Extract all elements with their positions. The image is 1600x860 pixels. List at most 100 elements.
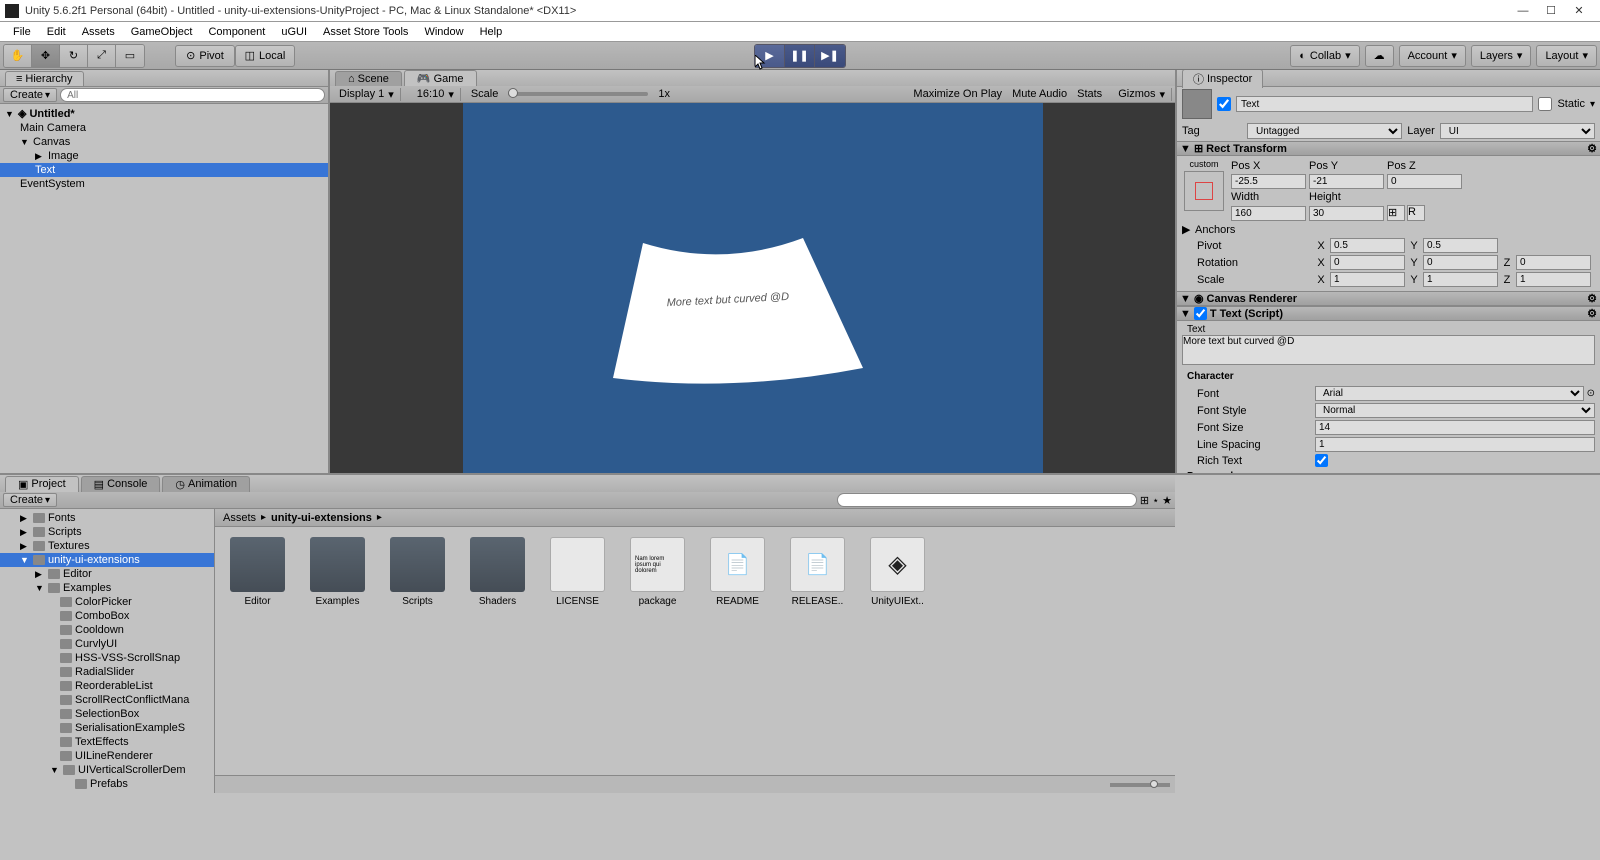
menu-ugui[interactable]: uGUI (273, 24, 315, 40)
hand-tool[interactable]: ✋ (4, 45, 32, 67)
rot-z[interactable] (1516, 255, 1591, 270)
search-filter-icons[interactable]: ⊞ ⋆ ★ (1140, 494, 1172, 507)
folder-item[interactable]: ColorPicker (0, 595, 214, 609)
menu-edit[interactable]: Edit (39, 24, 74, 40)
scene-tab[interactable]: ⌂ Scene (335, 71, 402, 86)
active-checkbox[interactable] (1217, 97, 1231, 111)
scale-slider[interactable] (508, 92, 648, 96)
blueprint-btn[interactable]: ⊞ (1387, 205, 1405, 221)
layers-dropdown[interactable]: Layers ▾ (1471, 45, 1532, 67)
close-button[interactable]: ✕ (1571, 3, 1587, 19)
menu-file[interactable]: File (5, 24, 39, 40)
zoom-slider[interactable] (1110, 783, 1170, 787)
richtext-check[interactable] (1315, 454, 1328, 467)
inspector-tab[interactable]: ⓘ Inspector (1182, 70, 1263, 88)
game-view[interactable]: More text but curved @D (330, 103, 1175, 473)
posx-input[interactable] (1231, 174, 1306, 189)
height-input[interactable] (1309, 206, 1384, 221)
display-dropdown[interactable]: Display 1 ▾ (333, 88, 401, 101)
mute-toggle[interactable]: Mute Audio (1012, 88, 1067, 100)
menu-window[interactable]: Window (416, 24, 471, 40)
cloud-button[interactable]: ☁ (1365, 45, 1394, 67)
menu-help[interactable]: Help (472, 24, 511, 40)
hierarchy-search[interactable] (60, 88, 325, 102)
folder-item[interactable]: TextEffects (0, 735, 214, 749)
stats-toggle[interactable]: Stats (1077, 88, 1102, 100)
width-input[interactable] (1231, 206, 1306, 221)
breadcrumb-item[interactable]: Assets (223, 512, 256, 524)
asset-unity[interactable]: ◈UnityUIExt.. (865, 537, 930, 607)
linespacing-input[interactable] (1315, 437, 1595, 452)
game-tab[interactable]: 🎮 Game (404, 70, 477, 86)
menu-gameobject[interactable]: GameObject (123, 24, 201, 40)
collab-dropdown[interactable]: ◐ Collab ▾ (1290, 45, 1359, 67)
folder-item[interactable]: SelectionBox (0, 707, 214, 721)
name-field[interactable] (1236, 96, 1533, 112)
asset-folder[interactable]: Editor (225, 537, 290, 607)
folder-item[interactable]: ▶Scripts (0, 525, 214, 539)
move-tool[interactable]: ✥ (32, 45, 60, 67)
text-textarea[interactable]: More text but curved @D (1182, 335, 1595, 365)
pause-button[interactable]: ❚❚ (785, 45, 815, 67)
tag-dropdown[interactable]: Untagged (1247, 123, 1402, 139)
tree-eventsystem[interactable]: EventSystem (0, 177, 328, 191)
tree-canvas[interactable]: ▼Canvas (0, 135, 328, 149)
rect-tool[interactable]: ▭ (116, 45, 144, 67)
local-toggle[interactable]: ◫ Local (235, 45, 295, 67)
account-dropdown[interactable]: Account ▾ (1399, 45, 1466, 67)
folder-item[interactable]: SerialisationExampleS (0, 721, 214, 735)
animation-tab[interactable]: ◷ Animation (162, 476, 250, 492)
step-button[interactable]: ▶❚ (815, 45, 845, 67)
rot-y[interactable] (1423, 255, 1498, 270)
hierarchy-create[interactable]: Create ▾ (3, 88, 57, 102)
rot-x[interactable] (1330, 255, 1405, 270)
folder-item[interactable]: Cooldown (0, 623, 214, 637)
fontsize-input[interactable] (1315, 420, 1595, 435)
font-select[interactable]: Arial (1315, 386, 1584, 401)
minimize-button[interactable]: — (1515, 3, 1531, 19)
pivot-y[interactable] (1423, 238, 1498, 253)
asset-file[interactable]: 📄README (705, 537, 770, 607)
maximize-button[interactable]: ☐ (1543, 3, 1559, 19)
tree-text[interactable]: Text (0, 163, 328, 177)
scale-z[interactable] (1516, 272, 1591, 287)
fontstyle-select[interactable]: Normal (1315, 403, 1595, 418)
asset-folder[interactable]: Shaders (465, 537, 530, 607)
aspect-dropdown[interactable]: 16:10 ▾ (411, 88, 461, 101)
tree-scene[interactable]: ▼◈ Untitled* (0, 106, 328, 121)
posy-input[interactable] (1309, 174, 1384, 189)
folder-item[interactable]: Prefabs (0, 777, 214, 791)
folder-item[interactable]: RadialSlider (0, 665, 214, 679)
canvas-renderer-header[interactable]: ▼ ◉ Canvas Renderer⚙ (1177, 291, 1600, 306)
folder-item[interactable]: ScrollRectConflictMana (0, 693, 214, 707)
layout-dropdown[interactable]: Layout ▾ (1536, 45, 1597, 67)
tree-image[interactable]: ▶Image (0, 149, 328, 163)
rotate-tool[interactable]: ↻ (60, 45, 88, 67)
maximize-toggle[interactable]: Maximize On Play (913, 88, 1002, 100)
rect-transform-header[interactable]: ▼ ⊞ Rect Transform⚙ (1177, 141, 1600, 156)
folder-item[interactable]: HSS-VSS-ScrollSnap (0, 651, 214, 665)
hierarchy-tab[interactable]: ≡ Hierarchy (5, 71, 84, 86)
console-tab[interactable]: ▤ Console (81, 476, 161, 492)
folder-item[interactable]: ▼Examples (0, 581, 214, 595)
menu-assetstore[interactable]: Asset Store Tools (315, 24, 416, 40)
text-script-header[interactable]: ▼ T Text (Script)⚙ (1177, 306, 1600, 321)
folder-item[interactable]: ▼unity-ui-extensions (0, 553, 214, 567)
asset-file[interactable]: 📄RELEASE.. (785, 537, 850, 607)
asset-file[interactable]: Nam lorem ipsum qui dolorempackage (625, 537, 690, 607)
folder-item[interactable]: ▶Fonts (0, 511, 214, 525)
asset-file[interactable]: LICENSE (545, 537, 610, 607)
pivot-x[interactable] (1330, 238, 1405, 253)
folder-item[interactable]: ComboBox (0, 609, 214, 623)
anchor-preset[interactable] (1184, 171, 1224, 211)
scale-x[interactable] (1330, 272, 1405, 287)
raw-btn[interactable]: R (1407, 205, 1425, 221)
folder-item[interactable]: ReorderableList (0, 679, 214, 693)
scale-tool[interactable]: ⤢ (88, 45, 116, 67)
posz-input[interactable] (1387, 174, 1462, 189)
breadcrumb-item[interactable]: unity-ui-extensions (271, 512, 372, 524)
tree-camera[interactable]: Main Camera (0, 121, 328, 135)
folder-item[interactable]: CurvlyUI (0, 637, 214, 651)
menu-component[interactable]: Component (200, 24, 273, 40)
asset-folder[interactable]: Examples (305, 537, 370, 607)
